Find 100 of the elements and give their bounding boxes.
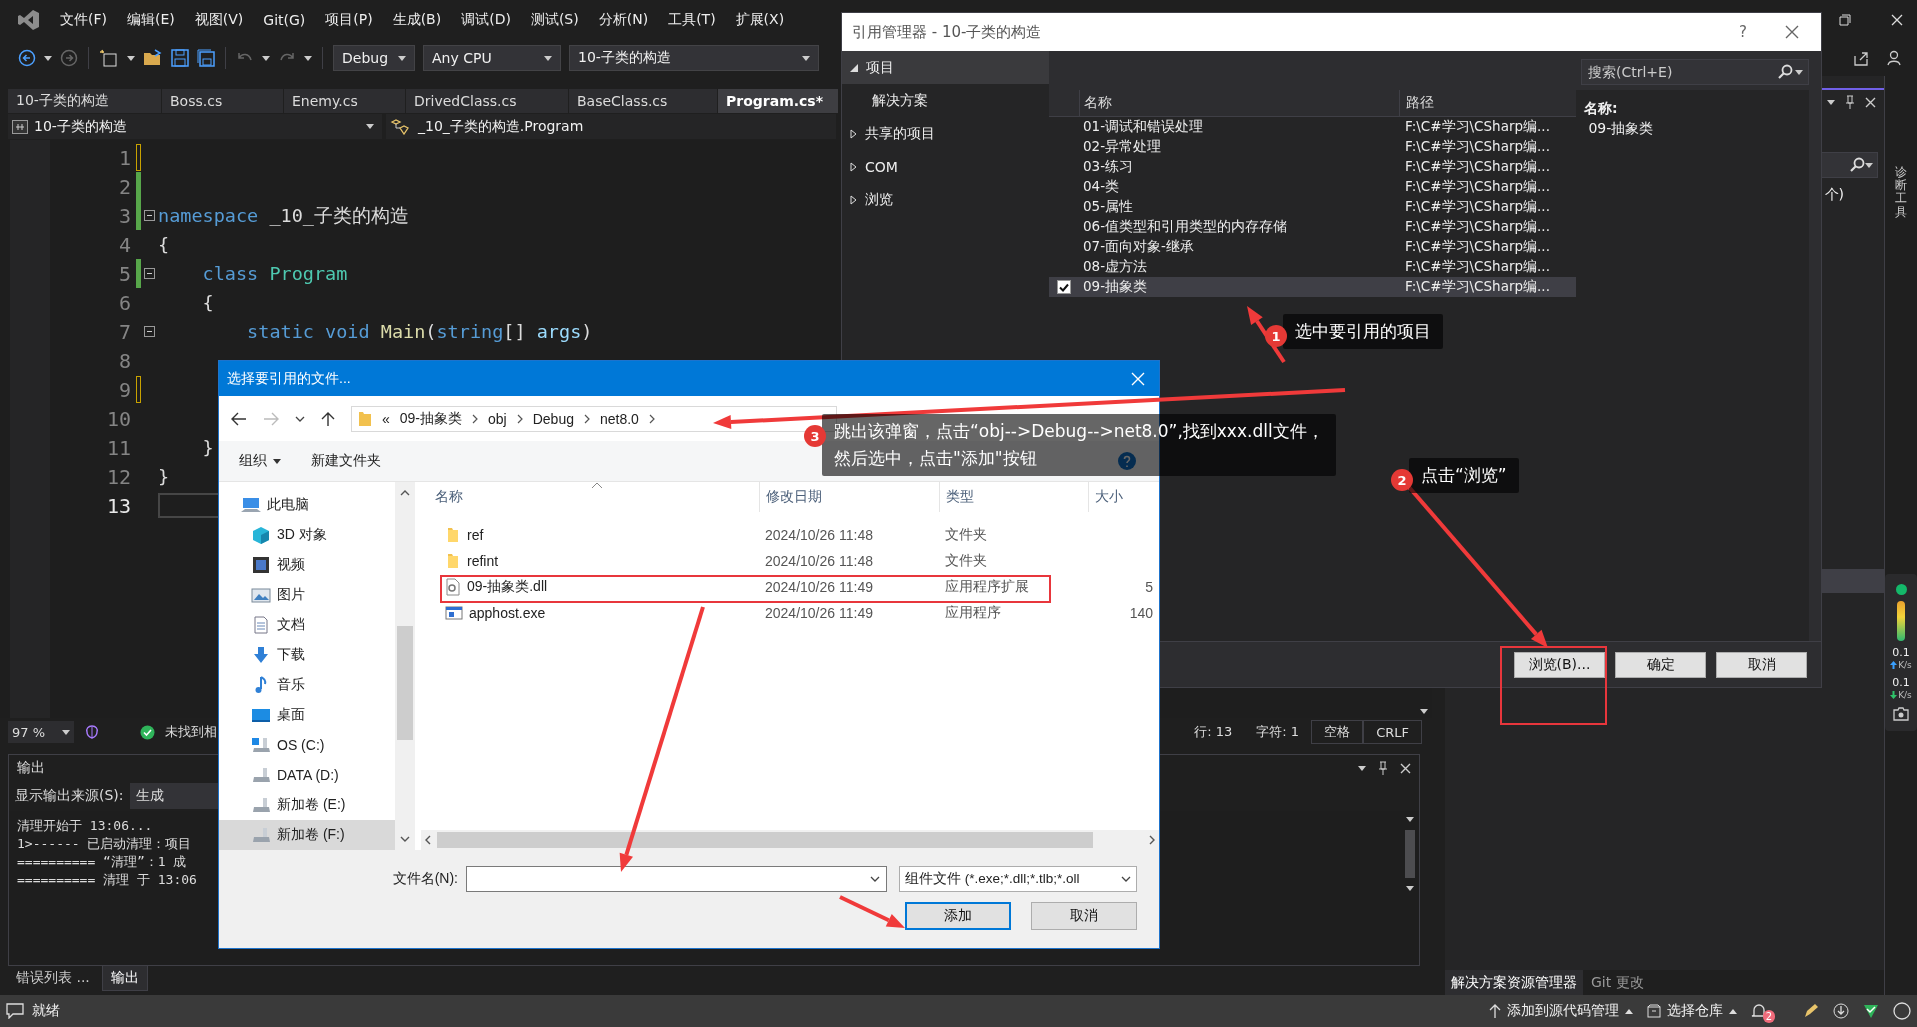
file-name[interactable]: ref	[467, 527, 484, 543]
path-segment[interactable]: net8.0	[600, 410, 639, 427]
side-tab[interactable]: 诊断工具	[1895, 166, 1907, 219]
chevron-down-icon[interactable]	[295, 415, 305, 422]
dialog-button[interactable]: 添加	[905, 902, 1011, 930]
folder-tree-item[interactable]: 文档	[219, 610, 395, 640]
column-header[interactable]: 大小	[1088, 482, 1159, 512]
forward-icon[interactable]	[60, 49, 78, 67]
scroll-right-icon[interactable]	[1149, 835, 1155, 845]
nav-item[interactable]: 浏览	[842, 183, 1049, 216]
help-button[interactable]: ?	[1739, 23, 1747, 41]
new-folder-button[interactable]: 新建文件夹	[311, 452, 381, 470]
nav-item[interactable]: 项目	[842, 51, 1049, 84]
column-header[interactable]: 名称	[421, 488, 759, 506]
folder-tree-item[interactable]: 图片	[219, 580, 395, 610]
save-all-icon[interactable]	[197, 49, 215, 67]
scroll-thumb[interactable]	[1405, 830, 1415, 878]
search-field[interactable]: 搜索(Ctrl+E)	[1581, 59, 1809, 85]
nav-item[interactable]: 解决方案	[842, 84, 1049, 117]
menu-item[interactable]: 项目(P)	[315, 11, 383, 29]
folder-tree-item[interactable]: 音乐	[219, 670, 395, 700]
menu-item[interactable]: 调试(D)	[451, 11, 521, 29]
document-tab[interactable]: Enemy.cs	[284, 89, 406, 113]
new-item-icon[interactable]	[99, 48, 119, 68]
reference-row[interactable]: 04-类 F:\C#学习\CSharp编...	[1049, 177, 1576, 197]
camera-icon[interactable]	[1893, 706, 1909, 721]
document-tab[interactable]: DrivedClass.cs	[406, 89, 569, 113]
folder-tree-item[interactable]: 桌面	[219, 700, 395, 730]
menu-item[interactable]: 测试(S)	[520, 11, 589, 29]
path-segment[interactable]: Debug	[532, 410, 574, 427]
menu-item[interactable]: 视图(V)	[184, 11, 254, 29]
column-header[interactable]: 类型	[939, 482, 1088, 512]
menu-item[interactable]: 编辑(E)	[117, 11, 185, 29]
reference-row[interactable]: 07-面向对象-继承 F:\C#学习\CSharp编...	[1049, 237, 1576, 257]
panel-tab[interactable]: 错误列表 ...	[8, 966, 98, 990]
line-indicator[interactable]: 行: 13	[1182, 721, 1245, 743]
zoom-dropdown[interactable]: 97 %	[8, 721, 74, 743]
reference-row[interactable]: 09-抽象类 F:\C#学习\CSharp编...	[1049, 277, 1576, 297]
panel-tab[interactable]: Git 更改	[1585, 970, 1650, 995]
back-icon[interactable]	[18, 49, 36, 67]
file-name[interactable]: refint	[467, 553, 499, 569]
save-icon[interactable]	[171, 49, 189, 67]
collapsed-icon[interactable]	[850, 128, 857, 139]
reference-row[interactable]: 05-属性 F:\C#学习\CSharp编...	[1049, 197, 1576, 217]
reference-row[interactable]: 06-值类型和引用类型的内存存储 F:\C#学习\CSharp编...	[1049, 217, 1576, 237]
path-segment[interactable]: 09-抽象类	[399, 409, 463, 428]
folder-tree-item[interactable]: 3D 对象	[219, 520, 395, 550]
nav-item[interactable]: COM	[842, 150, 1049, 183]
menu-item[interactable]: Git(G)	[253, 12, 316, 28]
file-name[interactable]: apphost.exe	[469, 605, 546, 621]
source-control-button[interactable]: 添加到源代码管理	[1489, 1002, 1633, 1020]
checkmark-icon[interactable]	[1863, 1003, 1879, 1019]
column-header[interactable]: 名称	[1079, 90, 1399, 116]
collapsed-icon[interactable]	[850, 194, 857, 205]
dialog-button[interactable]: 取消	[1031, 902, 1137, 930]
chevron-down-icon[interactable]	[870, 876, 880, 882]
document-tab[interactable]: BaseClass.cs	[569, 89, 718, 113]
dialog-button[interactable]: 确定	[1615, 651, 1706, 678]
scroll-thumb[interactable]	[397, 626, 413, 740]
document-tab[interactable]: Program.cs*	[718, 89, 839, 113]
panel-tab[interactable]: 解决方案资源管理器	[1445, 970, 1583, 995]
menu-item[interactable]: 分析(N)	[588, 11, 659, 29]
open-folder-icon[interactable]	[143, 49, 163, 67]
column-header[interactable]: 修改日期	[759, 482, 939, 512]
menu-item[interactable]: 生成(B)	[382, 11, 452, 29]
member-dropdown[interactable]: _10_子类的构造.Program	[386, 114, 836, 139]
project-dropdown[interactable]: 10-子类的构造	[8, 114, 382, 139]
startup-project-dropdown[interactable]: 10-子类的构造	[569, 45, 819, 71]
restore-icon[interactable]	[1839, 14, 1851, 26]
download-circle-icon[interactable]	[1833, 1003, 1849, 1019]
collapse-icon[interactable]	[144, 210, 155, 221]
brain-icon[interactable]	[84, 724, 100, 740]
scroll-down-icon[interactable]	[400, 836, 410, 842]
folder-tree-item[interactable]: 此电脑	[219, 490, 395, 520]
platform-dropdown[interactable]: Any CPU	[423, 45, 561, 71]
indent-indicator[interactable]: 空格	[1311, 720, 1364, 744]
panel-tab[interactable]: 输出	[101, 966, 148, 991]
back-arrow-icon[interactable]	[231, 411, 247, 426]
reference-row[interactable]: 02-异常处理 F:\C#学习\CSharp编...	[1049, 137, 1576, 157]
scroll-thumb[interactable]	[437, 832, 1093, 848]
repository-button[interactable]: 选择仓库	[1647, 1002, 1737, 1020]
scroll-left-icon[interactable]	[425, 835, 431, 845]
configuration-dropdown[interactable]: Debug	[333, 45, 415, 71]
path-segment[interactable]: obj	[488, 410, 507, 427]
reference-row[interactable]: 03-练习 F:\C#学习\CSharp编...	[1049, 157, 1576, 177]
scroll-up-icon[interactable]	[400, 490, 410, 496]
collapse-icon[interactable]	[144, 326, 155, 337]
close-icon[interactable]	[1785, 25, 1799, 39]
document-tab[interactable]: Boss.cs	[162, 89, 284, 113]
pin-icon[interactable]	[1845, 95, 1855, 109]
circle-icon[interactable]	[1893, 1002, 1911, 1020]
organize-button[interactable]: 组织	[239, 452, 281, 470]
reference-row[interactable]: 08-虚方法 F:\C#学习\CSharp编...	[1049, 257, 1576, 277]
bell-icon[interactable]	[1751, 1003, 1767, 1019]
menu-item[interactable]: 文件(F)	[50, 11, 117, 29]
collapse-icon[interactable]	[144, 268, 155, 279]
document-tab[interactable]: 10-子类的构造	[8, 89, 162, 113]
column-indicator[interactable]: 字符: 1	[1244, 721, 1312, 743]
pencil-icon[interactable]	[1803, 1003, 1819, 1019]
share-icon[interactable]	[1853, 50, 1869, 66]
